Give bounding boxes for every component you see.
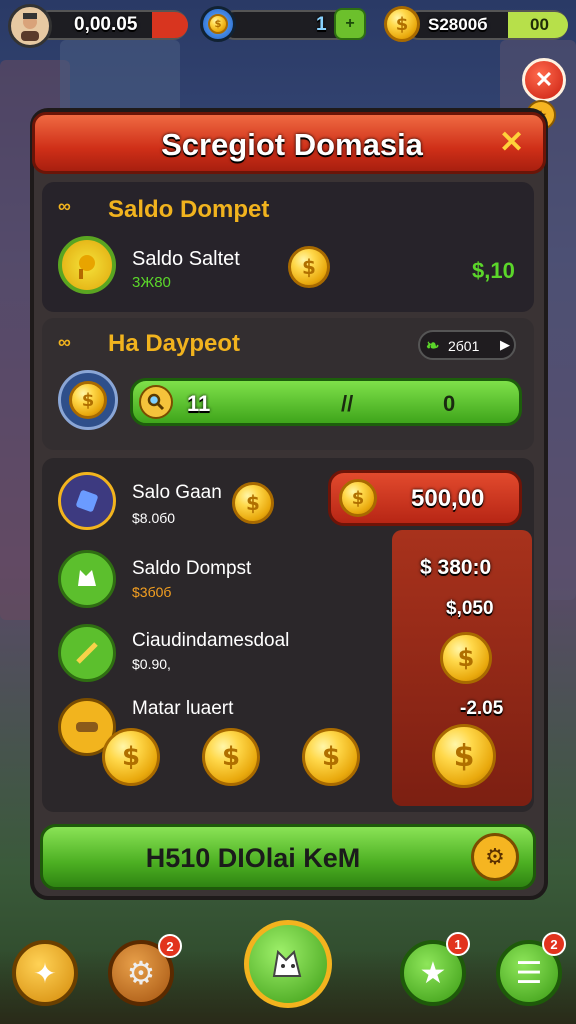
player-resource[interactable]: 0,00.05 bbox=[8, 4, 188, 48]
coin-value: S2800б bbox=[428, 15, 488, 34]
coin-icon: $ bbox=[202, 728, 260, 786]
cat-icon bbox=[58, 550, 116, 608]
search-icon bbox=[139, 385, 173, 419]
gem-icon bbox=[58, 472, 116, 530]
coin-icon: $ bbox=[432, 724, 496, 788]
coin-icon: $ bbox=[440, 632, 492, 684]
energy-icon: $ bbox=[200, 6, 236, 42]
leaf-icon: ❧ bbox=[426, 338, 440, 355]
row-sub: $3б0б bbox=[132, 584, 172, 600]
red-value-2: $,050 bbox=[446, 598, 494, 619]
play-icon: ▶ bbox=[500, 337, 510, 352]
progress-left: 11 bbox=[187, 391, 211, 416]
section1-amount: $,10 bbox=[472, 258, 515, 283]
section2-heading: Ha Daypeot bbox=[108, 330, 241, 357]
top-value-button[interactable]: $ 500,00 bbox=[328, 470, 522, 526]
section-saldo: ∞ Saldo Dompet Saldo Saltet 3Ж80 $ $,10 bbox=[42, 182, 534, 312]
cta-button[interactable]: H510 DIOlai KeM ⚙ bbox=[40, 824, 536, 890]
red-value-1: $ 380:0 bbox=[420, 556, 492, 579]
coin-icon: $ bbox=[288, 246, 330, 288]
row-name: Ciaudindamesdoal bbox=[132, 630, 290, 651]
star-badge: 1 bbox=[446, 932, 470, 956]
gem-value: 00 bbox=[530, 15, 549, 34]
close-icon[interactable]: ✕ bbox=[522, 58, 566, 102]
energy-resource[interactable]: $ 1 + bbox=[200, 4, 370, 44]
coin-icon: $ bbox=[302, 728, 360, 786]
gear-icon: ⚙ bbox=[471, 833, 519, 881]
wallet-icon bbox=[58, 236, 116, 294]
player-avatar[interactable] bbox=[8, 4, 52, 48]
progress-right: 0 bbox=[443, 391, 456, 416]
list-item[interactable]: Ciaudindamesdoal $0.90, bbox=[56, 622, 356, 686]
section2-chip[interactable]: ❧ 2б01 ▶ bbox=[418, 330, 516, 360]
list-item[interactable]: Salo Gaan $8.0б0 $ bbox=[56, 470, 326, 534]
row-name: Salo Gaan bbox=[132, 482, 222, 503]
dialog-title-bar: Scregiot Domasia ✕ bbox=[32, 112, 546, 174]
player-value: 0,00.05 bbox=[74, 14, 138, 35]
dialog-close-icon[interactable]: ✕ bbox=[499, 125, 524, 160]
link-icon: ∞ bbox=[58, 332, 71, 352]
section1-item-name: Saldo Saltet bbox=[132, 248, 240, 270]
row-name: Matar luaert bbox=[132, 698, 234, 719]
coin-icon: $ bbox=[339, 479, 377, 517]
row-name: Saldo Dompst bbox=[132, 558, 252, 579]
link-icon: ∞ bbox=[58, 196, 71, 216]
section-daypeot: ∞ Ha Daypeot ❧ 2б01 ▶ $ 11 // 0 bbox=[42, 318, 534, 450]
progress-bar[interactable]: 11 // 0 bbox=[130, 378, 522, 426]
coin-resource[interactable]: $ S2800б 00 bbox=[384, 4, 570, 44]
coin-icon: $ bbox=[384, 6, 420, 42]
menu-badge: 2 bbox=[542, 932, 566, 956]
list-item[interactable]: Matar luaert $ $ $ bbox=[56, 694, 376, 794]
coin-icon: $ bbox=[102, 728, 160, 786]
energy-value: 1 bbox=[316, 14, 327, 35]
energy-add-button[interactable]: + bbox=[334, 8, 366, 40]
row-sub: $0.90, bbox=[132, 656, 171, 672]
coin-stack-icon: $ bbox=[58, 370, 118, 430]
home-button[interactable] bbox=[244, 920, 332, 1008]
puzzle-icon[interactable]: ✦ bbox=[12, 940, 78, 1006]
sword-icon bbox=[58, 624, 116, 682]
section1-heading: Saldo Dompet bbox=[108, 196, 270, 223]
red-value-3: -2.05 bbox=[460, 698, 504, 719]
top-value: 500,00 bbox=[411, 485, 485, 512]
section1-item-sub: 3Ж80 bbox=[132, 274, 171, 291]
progress-mid: // bbox=[341, 391, 354, 416]
section2-chip-value: 2б01 bbox=[448, 338, 480, 354]
list-item[interactable]: Saldo Dompst $3б0б bbox=[56, 548, 326, 612]
dialog-title: Scregiot Domasia bbox=[161, 127, 423, 162]
settings-badge: 2 bbox=[158, 934, 182, 958]
row-sub: $8.0б0 bbox=[132, 510, 176, 526]
coin-icon: $ bbox=[232, 482, 274, 524]
cta-label: H510 DIOlai KeM bbox=[145, 843, 361, 873]
